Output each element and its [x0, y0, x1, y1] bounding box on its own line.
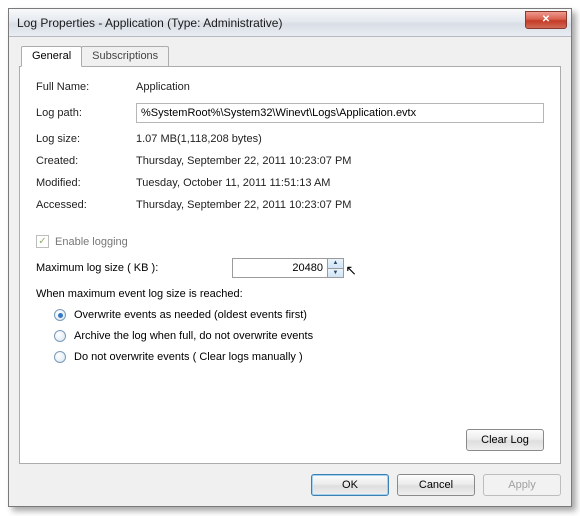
close-button[interactable]: ✕	[525, 11, 567, 29]
enable-logging-row: ✓ Enable logging	[36, 235, 544, 248]
label-accessed: Accessed:	[36, 199, 136, 211]
label-log-path: Log path:	[36, 107, 136, 119]
tab-subscriptions[interactable]: Subscriptions	[81, 46, 169, 67]
label-log-size: Log size:	[36, 133, 136, 145]
value-created: Thursday, September 22, 2011 10:23:07 PM	[136, 155, 544, 167]
row-full-name: Full Name: Application	[36, 81, 544, 93]
radio-row-archive[interactable]: Archive the log when full, do not overwr…	[54, 330, 544, 342]
enable-logging-checkbox: ✓	[36, 235, 49, 248]
row-created: Created: Thursday, September 22, 2011 10…	[36, 155, 544, 167]
label-full-name: Full Name:	[36, 81, 136, 93]
client-area: General Subscriptions Full Name: Applica…	[9, 37, 571, 506]
cancel-button[interactable]: Cancel	[397, 474, 475, 496]
radio-overwrite[interactable]	[54, 309, 66, 321]
dialog-button-bar: OK Cancel Apply	[19, 474, 561, 496]
radio-overwrite-label: Overwrite events as needed (oldest event…	[74, 309, 307, 321]
cursor-icon: ↖	[345, 262, 357, 279]
enable-logging-label: Enable logging	[55, 236, 128, 248]
tab-panel-general: Full Name: Application Log path: Log siz…	[19, 66, 561, 464]
value-modified: Tuesday, October 11, 2011 11:51:13 AM	[136, 177, 544, 189]
window-title: Log Properties - Application (Type: Admi…	[17, 16, 525, 30]
close-icon: ✕	[542, 15, 550, 25]
spinner-up[interactable]: ▲	[328, 259, 343, 269]
max-size-spinner[interactable]: ▲ ▼ ↖	[232, 258, 344, 278]
tabstrip: General Subscriptions	[19, 46, 561, 67]
apply-button: Apply	[483, 474, 561, 496]
radio-archive[interactable]	[54, 330, 66, 342]
value-full-name: Application	[136, 81, 544, 93]
row-log-size: Log size: 1.07 MB(1,118,208 bytes)	[36, 133, 544, 145]
radio-archive-label: Archive the log when full, do not overwr…	[74, 330, 313, 342]
dialog-window: Log Properties - Application (Type: Admi…	[8, 8, 572, 507]
max-size-input[interactable]	[233, 259, 327, 277]
radio-row-noclear[interactable]: Do not overwrite events ( Clear logs man…	[54, 351, 544, 363]
clear-log-button[interactable]: Clear Log	[466, 429, 544, 451]
radio-noclear-label: Do not overwrite events ( Clear logs man…	[74, 351, 303, 363]
radio-noclear[interactable]	[54, 351, 66, 363]
value-log-size: 1.07 MB(1,118,208 bytes)	[136, 133, 544, 145]
log-path-input[interactable]	[136, 103, 544, 123]
titlebar[interactable]: Log Properties - Application (Type: Admi…	[9, 9, 571, 37]
spinner-buttons: ▲ ▼	[327, 259, 343, 277]
max-size-row: Maximum log size ( KB ): ▲ ▼ ↖	[36, 258, 544, 278]
ok-button[interactable]: OK	[311, 474, 389, 496]
row-accessed: Accessed: Thursday, September 22, 2011 1…	[36, 199, 544, 211]
label-modified: Modified:	[36, 177, 136, 189]
row-log-path: Log path:	[36, 103, 544, 123]
row-modified: Modified: Tuesday, October 11, 2011 11:5…	[36, 177, 544, 189]
label-max-size: Maximum log size ( KB ):	[36, 262, 176, 274]
label-when-max: When maximum event log size is reached:	[36, 288, 544, 300]
value-accessed: Thursday, September 22, 2011 10:23:07 PM	[136, 199, 544, 211]
checkmark-icon: ✓	[38, 237, 46, 247]
spinner-down[interactable]: ▼	[328, 269, 343, 278]
tab-general[interactable]: General	[21, 46, 82, 67]
radio-row-overwrite[interactable]: Overwrite events as needed (oldest event…	[54, 309, 544, 321]
radio-group-overflow: Overwrite events as needed (oldest event…	[54, 309, 544, 363]
label-created: Created:	[36, 155, 136, 167]
